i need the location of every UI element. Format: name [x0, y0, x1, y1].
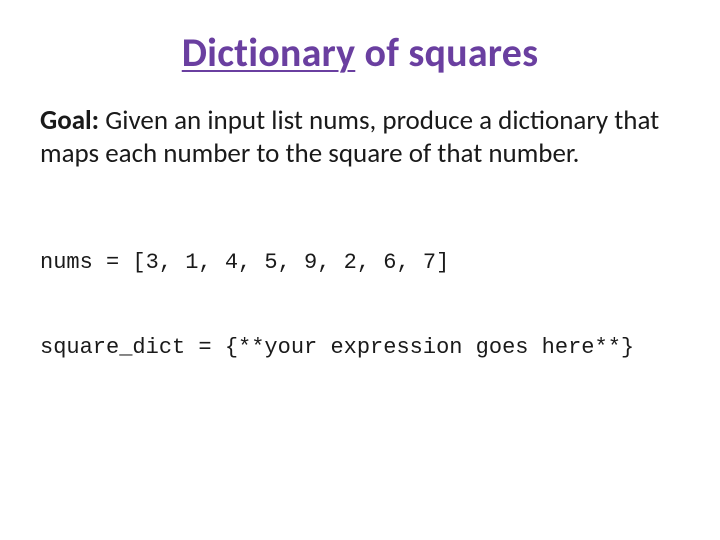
slide-container: Dictionary of squares Goal: Given an inp… [0, 0, 720, 540]
goal-text: Given an input list nums, produce a dict… [40, 104, 659, 170]
goal-label: Goal: [40, 104, 99, 137]
code-line-2: square_dict = {**your expression goes he… [40, 334, 680, 362]
code-line-1: nums = [3, 1, 4, 5, 9, 2, 6, 7] [40, 249, 680, 277]
goal-paragraph: Goal: Given an input list nums, produce … [40, 105, 680, 171]
slide-title: Dictionary of squares [40, 28, 680, 77]
title-underlined: Dictionary [182, 28, 356, 77]
code-block: nums = [3, 1, 4, 5, 9, 2, 6, 7] square_d… [40, 193, 680, 418]
title-rest: of squares [355, 28, 538, 77]
